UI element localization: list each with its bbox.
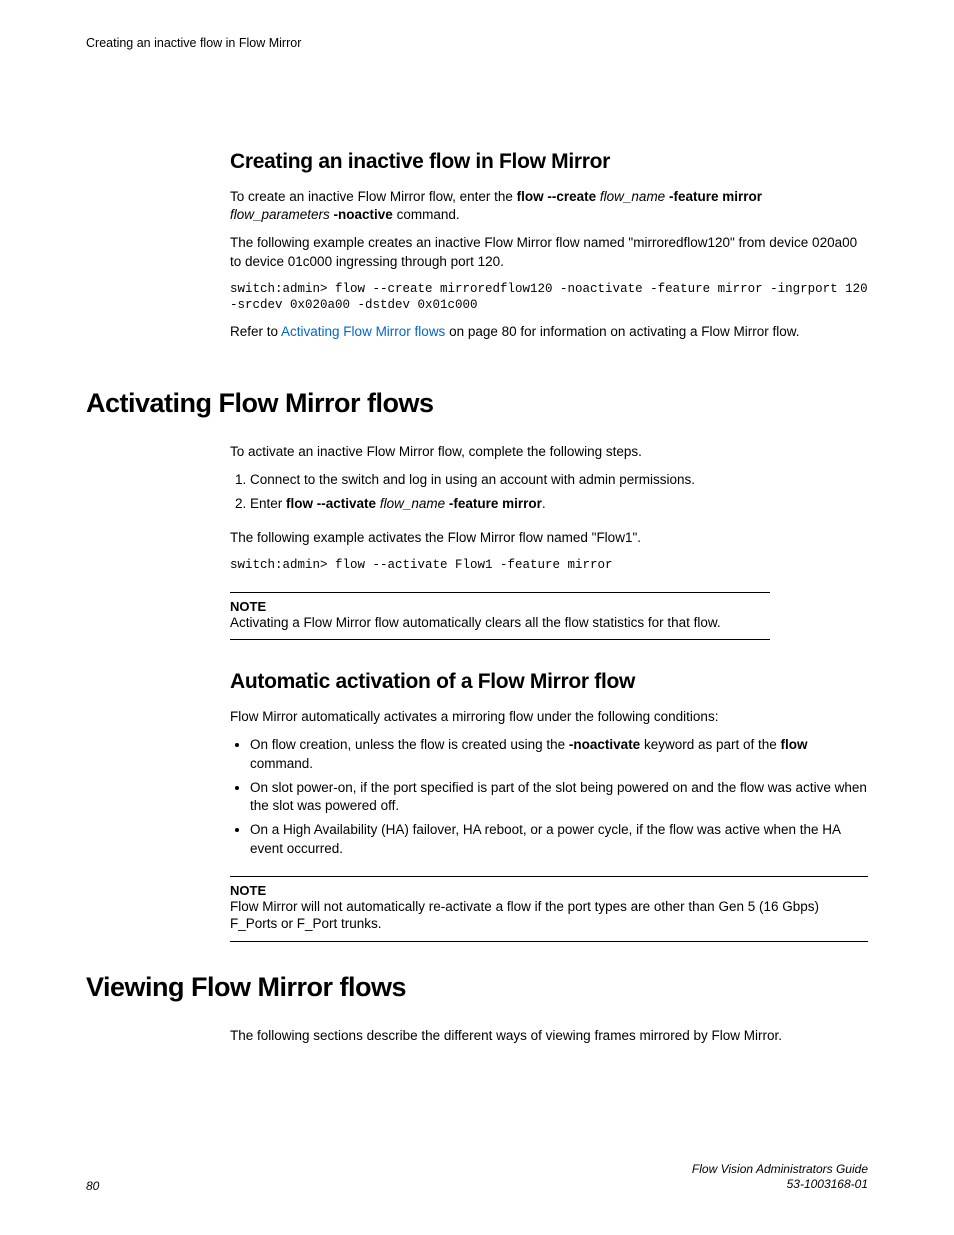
- heading-creating-inactive: Creating an inactive flow in Flow Mirror: [230, 150, 868, 174]
- paragraph: To create an inactive Flow Mirror flow, …: [230, 188, 868, 224]
- paragraph: The following example creates an inactiv…: [230, 234, 868, 270]
- note-block: NOTE Flow Mirror will not automatically …: [230, 876, 868, 942]
- command-text: -feature mirror: [669, 189, 762, 204]
- note-label: NOTE: [230, 599, 770, 614]
- text: on page 80 for information on activating…: [445, 324, 799, 339]
- keyword-text: -noactivate: [569, 737, 640, 752]
- running-header: Creating an inactive flow in Flow Mirror: [86, 36, 868, 50]
- section-viewing: The following sections describe the diff…: [230, 1027, 868, 1045]
- paragraph: The following example activates the Flow…: [230, 529, 868, 547]
- command-text: flow --create: [517, 189, 597, 204]
- code-block: switch:admin> flow --activate Flow1 -fea…: [230, 557, 868, 573]
- note-body: Flow Mirror will not automatically re-ac…: [230, 898, 868, 933]
- note-block: NOTE Activating a Flow Mirror flow autom…: [230, 592, 770, 641]
- paragraph: To activate an inactive Flow Mirror flow…: [230, 443, 868, 461]
- text: Enter: [250, 496, 286, 511]
- paragraph: Flow Mirror automatically activates a mi…: [230, 708, 868, 726]
- command-text: flow --activate: [286, 496, 376, 511]
- param-text: flow_parameters: [230, 207, 334, 222]
- text: command.: [250, 756, 313, 771]
- list-item: On a High Availability (HA) failover, HA…: [250, 821, 868, 857]
- page-number: 80: [86, 1179, 99, 1193]
- text: keyword as part of the: [640, 737, 780, 752]
- heading-activating-flows: Activating Flow Mirror flows: [86, 388, 868, 419]
- page: Creating an inactive flow in Flow Mirror…: [0, 0, 954, 1235]
- list-item: Enter flow --activate flow_name -feature…: [250, 495, 868, 513]
- keyword-text: flow: [781, 737, 808, 752]
- param-text: flow_name: [596, 189, 669, 204]
- page-footer: 80 Flow Vision Administrators Guide 53-1…: [86, 1162, 868, 1193]
- link-activating-flows[interactable]: Activating Flow Mirror flows: [281, 324, 445, 339]
- command-text: -noactive: [334, 207, 393, 222]
- text: .: [542, 496, 546, 511]
- heading-automatic-activation: Automatic activation of a Flow Mirror fl…: [230, 670, 868, 694]
- list-item: On slot power-on, if the port specified …: [250, 779, 868, 815]
- footer-right: Flow Vision Administrators Guide 53-1003…: [692, 1162, 868, 1193]
- text: Refer to: [230, 324, 281, 339]
- code-block: switch:admin> flow --create mirroredflow…: [230, 281, 868, 314]
- ordered-list: Connect to the switch and log in using a…: [230, 471, 868, 513]
- note-body: Activating a Flow Mirror flow automatica…: [230, 614, 770, 632]
- text: To create an inactive Flow Mirror flow, …: [230, 189, 517, 204]
- section-creating-inactive: Creating an inactive flow in Flow Mirror…: [230, 150, 868, 342]
- command-text: -feature mirror: [449, 496, 542, 511]
- list-item: On flow creation, unless the flow is cre…: [250, 736, 868, 772]
- doc-number: 53-1003168-01: [692, 1177, 868, 1193]
- section-activating: To activate an inactive Flow Mirror flow…: [230, 443, 868, 942]
- param-text: flow_name: [376, 496, 449, 511]
- unordered-list: On flow creation, unless the flow is cre…: [230, 736, 868, 857]
- paragraph: Refer to Activating Flow Mirror flows on…: [230, 323, 868, 341]
- text: On flow creation, unless the flow is cre…: [250, 737, 569, 752]
- note-label: NOTE: [230, 883, 868, 898]
- doc-title: Flow Vision Administrators Guide: [692, 1162, 868, 1178]
- list-item: Connect to the switch and log in using a…: [250, 471, 868, 489]
- text: command.: [393, 207, 460, 222]
- paragraph: The following sections describe the diff…: [230, 1027, 868, 1045]
- heading-viewing-flows: Viewing Flow Mirror flows: [86, 972, 868, 1003]
